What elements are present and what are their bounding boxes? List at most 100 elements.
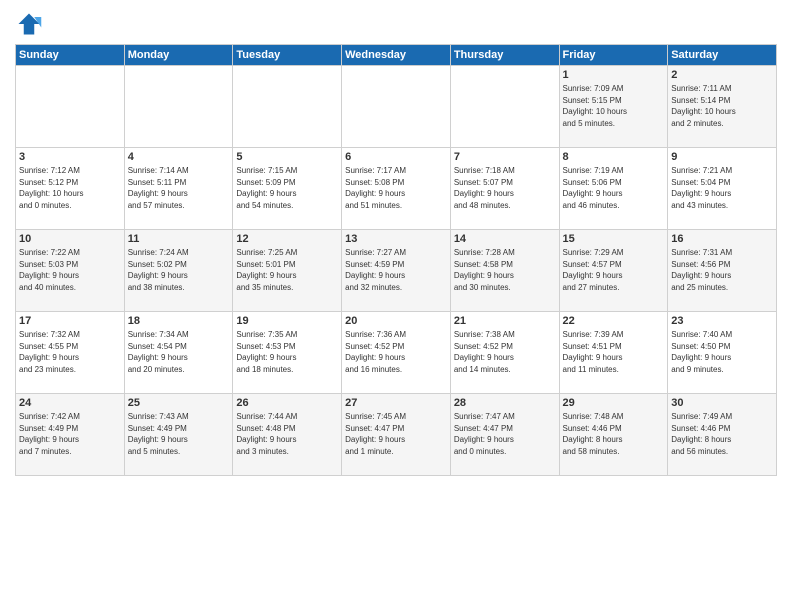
day-cell: 28Sunrise: 7:47 AM Sunset: 4:47 PM Dayli… xyxy=(450,394,559,476)
day-number: 8 xyxy=(563,151,665,163)
day-info: Sunrise: 7:22 AM Sunset: 5:03 PM Dayligh… xyxy=(19,247,121,293)
day-number: 26 xyxy=(236,397,338,409)
day-number: 16 xyxy=(671,233,773,245)
day-number: 10 xyxy=(19,233,121,245)
day-cell: 2Sunrise: 7:11 AM Sunset: 5:14 PM Daylig… xyxy=(668,66,777,148)
day-number: 7 xyxy=(454,151,556,163)
day-cell: 29 Sunrise: 7:48 AM Sunset: 4:46 PM Dayli… xyxy=(559,394,668,476)
day-number: 29 xyxy=(563,397,665,409)
day-cell: 5 Sunrise: 7:15 AM Sunset: 5:09 PM Daylig… xyxy=(233,148,342,230)
day-number: 4 xyxy=(128,151,230,163)
page-container: SundayMondayTuesdayWednesdayThursdayFrid… xyxy=(0,0,792,486)
day-cell: 3 Sunrise: 7:12 AM Sunset: 5:12 PM Daylig… xyxy=(16,148,125,230)
day-cell: 26 Sunrise: 7:44 AM Sunset: 4:48 PM Dayli… xyxy=(233,394,342,476)
day-number: 12 xyxy=(236,233,338,245)
day-number: 22 xyxy=(563,315,665,327)
day-number: 25 xyxy=(128,397,230,409)
day-number: 19 xyxy=(236,315,338,327)
day-cell: 21 Sunrise: 7:38 AM Sunset: 4:52 PM Dayli… xyxy=(450,312,559,394)
day-info: Sunrise: 7:45 AM Sunset: 4:47 PM Dayligh… xyxy=(345,411,447,457)
day-cell: 15 Sunrise: 7:29 AM Sunset: 4:57 PM Dayli… xyxy=(559,230,668,312)
day-info: Sunrise: 7:19 AM Sunset: 5:06 PM Dayligh… xyxy=(563,165,665,211)
day-number: 5 xyxy=(236,151,338,163)
day-info: Sunrise: 7:25 AM Sunset: 5:01 PM Dayligh… xyxy=(236,247,338,293)
day-cell: 27Sunrise: 7:45 AM Sunset: 4:47 PM Dayli… xyxy=(342,394,451,476)
day-cell xyxy=(124,66,233,148)
day-number: 24 xyxy=(19,397,121,409)
column-header-friday: Friday xyxy=(559,45,668,66)
day-info: Sunrise: 7:48 AM Sunset: 4:46 PM Dayligh… xyxy=(563,411,665,457)
day-number: 11 xyxy=(128,233,230,245)
day-cell: 7 Sunrise: 7:18 AM Sunset: 5:07 PM Daylig… xyxy=(450,148,559,230)
calendar-table: SundayMondayTuesdayWednesdayThursdayFrid… xyxy=(15,44,777,476)
day-info: Sunrise: 7:49 AM Sunset: 4:46 PM Dayligh… xyxy=(671,411,773,457)
day-cell: 13 Sunrise: 7:27 AM Sunset: 4:59 PM Dayli… xyxy=(342,230,451,312)
day-info: Sunrise: 7:21 AM Sunset: 5:04 PM Dayligh… xyxy=(671,165,773,211)
day-cell xyxy=(233,66,342,148)
day-info: Sunrise: 7:11 AM Sunset: 5:14 PM Dayligh… xyxy=(671,83,773,129)
day-info: Sunrise: 7:44 AM Sunset: 4:48 PM Dayligh… xyxy=(236,411,338,457)
day-cell: 19 Sunrise: 7:35 AM Sunset: 4:53 PM Dayli… xyxy=(233,312,342,394)
day-info: Sunrise: 7:29 AM Sunset: 4:57 PM Dayligh… xyxy=(563,247,665,293)
day-number: 13 xyxy=(345,233,447,245)
day-cell: 25 Sunrise: 7:43 AM Sunset: 4:49 PM Dayli… xyxy=(124,394,233,476)
day-info: Sunrise: 7:17 AM Sunset: 5:08 PM Dayligh… xyxy=(345,165,447,211)
day-cell: 14 Sunrise: 7:28 AM Sunset: 4:58 PM Dayli… xyxy=(450,230,559,312)
day-cell: 23 Sunrise: 7:40 AM Sunset: 4:50 PM Dayli… xyxy=(668,312,777,394)
day-info: Sunrise: 7:24 AM Sunset: 5:02 PM Dayligh… xyxy=(128,247,230,293)
day-number: 15 xyxy=(563,233,665,245)
day-info: Sunrise: 7:42 AM Sunset: 4:49 PM Dayligh… xyxy=(19,411,121,457)
column-header-monday: Monday xyxy=(124,45,233,66)
day-number: 20 xyxy=(345,315,447,327)
day-cell xyxy=(342,66,451,148)
day-cell: 4 Sunrise: 7:14 AM Sunset: 5:11 PM Daylig… xyxy=(124,148,233,230)
day-number: 30 xyxy=(671,397,773,409)
day-cell: 12 Sunrise: 7:25 AM Sunset: 5:01 PM Dayli… xyxy=(233,230,342,312)
day-number: 1 xyxy=(563,69,665,81)
day-cell: 9 Sunrise: 7:21 AM Sunset: 5:04 PM Daylig… xyxy=(668,148,777,230)
day-info: Sunrise: 7:12 AM Sunset: 5:12 PM Dayligh… xyxy=(19,165,121,211)
day-info: Sunrise: 7:38 AM Sunset: 4:52 PM Dayligh… xyxy=(454,329,556,375)
day-number: 17 xyxy=(19,315,121,327)
day-number: 6 xyxy=(345,151,447,163)
day-number: 3 xyxy=(19,151,121,163)
day-cell: 1Sunrise: 7:09 AM Sunset: 5:15 PM Daylig… xyxy=(559,66,668,148)
day-cell: 10 Sunrise: 7:22 AM Sunset: 5:03 PM Dayli… xyxy=(16,230,125,312)
week-row-1: 1Sunrise: 7:09 AM Sunset: 5:15 PM Daylig… xyxy=(16,66,777,148)
day-info: Sunrise: 7:28 AM Sunset: 4:58 PM Dayligh… xyxy=(454,247,556,293)
day-info: Sunrise: 7:15 AM Sunset: 5:09 PM Dayligh… xyxy=(236,165,338,211)
day-info: Sunrise: 7:18 AM Sunset: 5:07 PM Dayligh… xyxy=(454,165,556,211)
day-number: 28 xyxy=(454,397,556,409)
day-info: Sunrise: 7:31 AM Sunset: 4:56 PM Dayligh… xyxy=(671,247,773,293)
day-info: Sunrise: 7:36 AM Sunset: 4:52 PM Dayligh… xyxy=(345,329,447,375)
header xyxy=(15,10,777,38)
day-number: 23 xyxy=(671,315,773,327)
day-cell: 17Sunrise: 7:32 AM Sunset: 4:55 PM Dayli… xyxy=(16,312,125,394)
day-info: Sunrise: 7:34 AM Sunset: 4:54 PM Dayligh… xyxy=(128,329,230,375)
day-cell: 18Sunrise: 7:34 AM Sunset: 4:54 PM Dayli… xyxy=(124,312,233,394)
week-row-4: 17Sunrise: 7:32 AM Sunset: 4:55 PM Dayli… xyxy=(16,312,777,394)
day-cell: 6 Sunrise: 7:17 AM Sunset: 5:08 PM Daylig… xyxy=(342,148,451,230)
day-number: 21 xyxy=(454,315,556,327)
calendar-header: SundayMondayTuesdayWednesdayThursdayFrid… xyxy=(16,45,777,66)
day-info: Sunrise: 7:40 AM Sunset: 4:50 PM Dayligh… xyxy=(671,329,773,375)
day-cell: 11 Sunrise: 7:24 AM Sunset: 5:02 PM Dayli… xyxy=(124,230,233,312)
day-number: 14 xyxy=(454,233,556,245)
day-cell: 20 Sunrise: 7:36 AM Sunset: 4:52 PM Dayli… xyxy=(342,312,451,394)
day-cell: 22 Sunrise: 7:39 AM Sunset: 4:51 PM Dayli… xyxy=(559,312,668,394)
day-info: Sunrise: 7:39 AM Sunset: 4:51 PM Dayligh… xyxy=(563,329,665,375)
week-row-2: 3 Sunrise: 7:12 AM Sunset: 5:12 PM Daylig… xyxy=(16,148,777,230)
day-number: 9 xyxy=(671,151,773,163)
day-cell: 8 Sunrise: 7:19 AM Sunset: 5:06 PM Daylig… xyxy=(559,148,668,230)
column-header-thursday: Thursday xyxy=(450,45,559,66)
column-header-saturday: Saturday xyxy=(668,45,777,66)
day-info: Sunrise: 7:27 AM Sunset: 4:59 PM Dayligh… xyxy=(345,247,447,293)
column-header-tuesday: Tuesday xyxy=(233,45,342,66)
day-cell: 24 Sunrise: 7:42 AM Sunset: 4:49 PM Dayli… xyxy=(16,394,125,476)
day-info: Sunrise: 7:14 AM Sunset: 5:11 PM Dayligh… xyxy=(128,165,230,211)
day-info: Sunrise: 7:35 AM Sunset: 4:53 PM Dayligh… xyxy=(236,329,338,375)
day-cell xyxy=(450,66,559,148)
logo-icon xyxy=(15,10,43,38)
week-row-5: 24 Sunrise: 7:42 AM Sunset: 4:49 PM Dayli… xyxy=(16,394,777,476)
day-info: Sunrise: 7:43 AM Sunset: 4:49 PM Dayligh… xyxy=(128,411,230,457)
